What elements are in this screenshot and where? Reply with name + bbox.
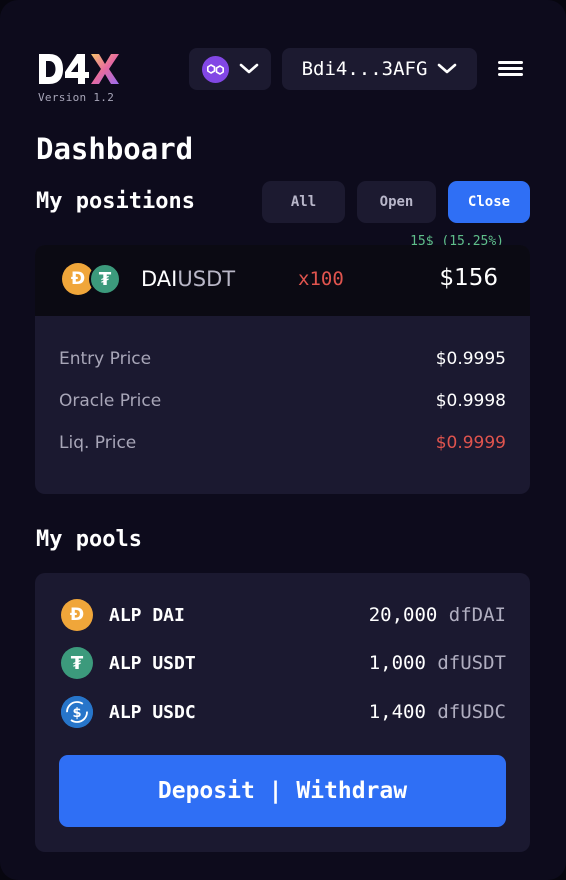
detail-label: Liq. Price [59, 433, 137, 453]
deposit-withdraw-button[interactable]: Deposit | Withdraw [59, 755, 506, 827]
pool-name: ALP USDT [109, 652, 196, 674]
usdt-icon: ₮ [89, 263, 121, 295]
wallet-selector[interactable]: Bdi4...3AFG [282, 48, 477, 90]
position-value: $156 [439, 265, 498, 291]
usdt-icon: ₮ [61, 647, 93, 679]
pools-section-title: My pools [36, 527, 142, 552]
tab-open[interactable]: Open [357, 181, 436, 223]
usdc-icon: $ [61, 696, 93, 728]
pool-amount: 20,000 dfDAI [368, 604, 506, 626]
chevron-down-icon [239, 63, 258, 74]
app-version: Version 1.2 [38, 91, 115, 104]
svg-text:$: $ [72, 706, 81, 721]
pool-row-dai[interactable]: Ð ALP DAI 20,000 dfDAI [61, 598, 506, 632]
oracle-price-row: Oracle Price $0.9998 [59, 391, 506, 411]
d4x-logo[interactable] [38, 52, 120, 86]
pair-quote: USDT [177, 267, 236, 291]
wallet-address: Bdi4...3AFG [301, 58, 428, 80]
dai-icon: Ð [61, 599, 93, 631]
pool-name: ALP DAI [109, 604, 185, 626]
detail-label: Oracle Price [59, 391, 162, 411]
position-pair: DAIUSDT [141, 267, 235, 291]
position-card[interactable]: Ð ₮ DAIUSDT x100 $156 Entry Price $0.999… [35, 245, 530, 494]
pool-row-usdt[interactable]: ₮ ALP USDT 1,000 dfUSDT [61, 646, 506, 680]
positions-section-title: My positions [36, 189, 195, 214]
detail-value: $0.9999 [435, 433, 506, 453]
page-title: Dashboard [36, 132, 194, 166]
polygon-icon [201, 55, 229, 83]
pools-card: Ð ALP DAI 20,000 dfDAI ₮ ALP USDT 1,000 … [35, 573, 530, 852]
detail-value: $0.9998 [435, 391, 506, 411]
pool-name: ALP USDC [109, 701, 196, 723]
liq-price-row: Liq. Price $0.9999 [59, 433, 506, 453]
pair-base: DAI [141, 267, 178, 291]
chevron-down-icon [438, 63, 457, 74]
pool-amount: 1,400 dfUSDC [368, 701, 506, 723]
pool-amount: 1,000 dfUSDT [368, 652, 506, 674]
detail-label: Entry Price [59, 349, 152, 369]
detail-value: $0.9995 [435, 349, 506, 369]
hamburger-menu-icon[interactable] [496, 58, 524, 80]
pool-row-usdc[interactable]: $ ALP USDC 1,400 dfUSDC [61, 695, 506, 729]
app-screen: Version 1.2 Bdi4...3AFG Dashboard My pos… [0, 0, 566, 880]
position-leverage: x100 [298, 268, 344, 290]
position-header: Ð ₮ DAIUSDT x100 $156 [35, 245, 530, 316]
tab-close[interactable]: Close [448, 181, 530, 223]
tab-all[interactable]: All [262, 181, 345, 223]
network-selector[interactable] [189, 48, 271, 90]
entry-price-row: Entry Price $0.9995 [59, 349, 506, 369]
